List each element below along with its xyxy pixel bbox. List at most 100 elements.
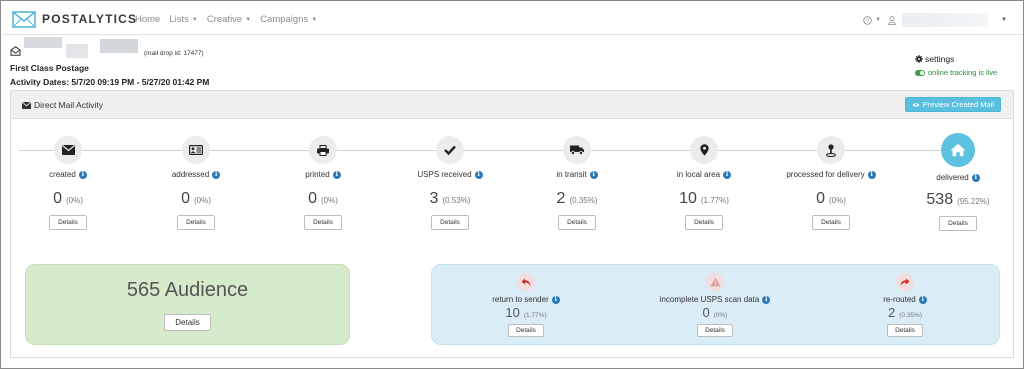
stage-percent: (95.22%) bbox=[957, 197, 990, 206]
info-icon[interactable]: i bbox=[762, 295, 771, 304]
exceptions-summary: return to sender i 10 (1.77%) Details inco… bbox=[431, 264, 1000, 345]
exception-label: return to sender i bbox=[446, 295, 606, 304]
brand-name: POSTALYTICS bbox=[42, 12, 138, 26]
direct-mail-activity-panel: Direct Mail Activity Preview Created Mai… bbox=[10, 90, 1014, 358]
stage-label: processed for delivery i bbox=[767, 170, 895, 179]
stage-count: 0 (0%) bbox=[132, 190, 260, 208]
stage-in-transit: in transit i 2 (0.35%) Details bbox=[513, 136, 641, 230]
truck-icon bbox=[563, 136, 591, 164]
stage-count-value: 10 bbox=[679, 190, 697, 207]
caret-down-icon: ▼ bbox=[245, 17, 252, 23]
stage-in-local-area: in local area i 10 (1.77%) Details bbox=[640, 136, 768, 230]
stage-label: in transit i bbox=[513, 170, 641, 179]
stage-percent: (0%) bbox=[194, 196, 211, 205]
brand-logo[interactable]: POSTALYTICS bbox=[12, 9, 137, 29]
details-button[interactable]: Details bbox=[49, 215, 87, 230]
info-icon[interactable]: i bbox=[474, 170, 483, 179]
preview-created-mail-button[interactable]: Preview Created Mail bbox=[904, 97, 1001, 112]
exception-count-value: 0 bbox=[702, 305, 710, 320]
exception-count: 2 (0.35%) bbox=[825, 306, 985, 322]
stage-count: 0 (0%) bbox=[4, 190, 132, 208]
stage-usps-received: USPS received i 3 (0.53%) Details bbox=[386, 136, 514, 230]
audience-summary: 565 Audience Details bbox=[25, 264, 350, 345]
info-icon[interactable]: i bbox=[551, 295, 560, 304]
info-icon[interactable]: i bbox=[332, 170, 341, 179]
details-button[interactable]: Details bbox=[431, 215, 469, 230]
help-menu[interactable]: ? ▼ bbox=[863, 15, 881, 25]
stage-processed-for-delivery: processed for delivery i 0 (0%) Details bbox=[767, 136, 895, 230]
stage-label: in local area i bbox=[640, 170, 768, 179]
caret-down-icon: ▼ bbox=[311, 17, 318, 23]
user-menu[interactable]: ▼ bbox=[888, 13, 1007, 27]
stage-count-value: 2 bbox=[556, 190, 566, 207]
nav-campaigns[interactable]: Campaigns ▼ bbox=[260, 14, 317, 25]
audience-details-button[interactable]: Details bbox=[164, 314, 211, 331]
top-navbar: POSTALYTICS Home Lists ▼ Creative ▼ Campai… bbox=[2, 2, 1023, 35]
stage-printed: printed i 0 (0%) Details bbox=[259, 136, 387, 230]
info-icon[interactable]: i bbox=[971, 173, 980, 182]
stage-percent: (0.35%) bbox=[569, 196, 598, 205]
stage-created: created i 0 (0%) Details bbox=[4, 136, 132, 230]
caret-down-icon: ▼ bbox=[191, 17, 198, 23]
details-button[interactable]: Details bbox=[887, 324, 923, 337]
redacted-name bbox=[100, 39, 138, 53]
info-icon[interactable]: i bbox=[867, 170, 876, 179]
mail-drop-id: (mail drop id: 17477) bbox=[144, 50, 204, 57]
envelope-logo-icon bbox=[12, 10, 36, 28]
stage-label: delivered i bbox=[894, 173, 1022, 182]
stage-label-text: in transit bbox=[556, 170, 587, 179]
gear-icon bbox=[915, 55, 923, 63]
postage-type: First Class Postage bbox=[10, 63, 89, 73]
stage-label: addressed i bbox=[132, 170, 260, 179]
stage-label-text: printed bbox=[305, 170, 330, 179]
details-button[interactable]: Details bbox=[508, 324, 544, 337]
info-icon[interactable]: i bbox=[918, 295, 927, 304]
details-button[interactable]: Details bbox=[939, 216, 977, 231]
details-button[interactable]: Details bbox=[558, 215, 596, 230]
panel-header: Direct Mail Activity Preview Created Mai… bbox=[11, 91, 1013, 119]
exception-label: re-routed i bbox=[825, 295, 985, 304]
exception-percent: (0.35%) bbox=[899, 312, 922, 319]
settings-label: settings bbox=[925, 54, 955, 64]
info-icon[interactable]: i bbox=[78, 170, 87, 179]
details-button[interactable]: Details bbox=[812, 215, 850, 230]
stage-label: USPS received i bbox=[386, 170, 514, 179]
nav-lists[interactable]: Lists ▼ bbox=[169, 14, 198, 25]
main-nav: Home Lists ▼ Creative ▼ Campaigns ▼ bbox=[135, 14, 326, 25]
stage-count: 0 (0%) bbox=[259, 190, 387, 208]
nav-creative-label: Creative bbox=[206, 14, 243, 25]
eye-icon bbox=[912, 102, 920, 107]
settings-link[interactable]: settings bbox=[915, 54, 997, 64]
details-button[interactable]: Details bbox=[177, 215, 215, 230]
stage-label-text: created bbox=[49, 170, 76, 179]
map-pin-icon bbox=[690, 136, 718, 164]
stage-delivered: delivered i 538 (95.22%) Details bbox=[894, 133, 1022, 231]
nav-right: ? ▼ ▼ bbox=[863, 13, 1007, 27]
info-icon[interactable]: i bbox=[589, 170, 598, 179]
stage-count: 3 (0.53%) bbox=[386, 190, 514, 208]
exception-percent: (1.77%) bbox=[523, 312, 547, 319]
stage-label: created i bbox=[4, 170, 132, 179]
nav-creative[interactable]: Creative ▼ bbox=[207, 14, 251, 25]
exception-label-text: incomplete USPS scan data bbox=[659, 295, 760, 304]
app-frame: POSTALYTICS Home Lists ▼ Creative ▼ Campai… bbox=[0, 0, 1024, 369]
details-button[interactable]: Details bbox=[685, 215, 723, 230]
stage-count: 2 (0.35%) bbox=[513, 190, 641, 208]
details-button[interactable]: Details bbox=[304, 215, 342, 230]
mail-drop-header: (mail drop id: 17477) First Class Postag… bbox=[10, 37, 350, 89]
printer-icon bbox=[309, 136, 337, 164]
tracking-status[interactable]: online tracking is live bbox=[915, 68, 997, 77]
panel-title-label: Direct Mail Activity bbox=[34, 100, 103, 110]
info-icon[interactable]: i bbox=[212, 170, 221, 179]
info-icon[interactable]: i bbox=[723, 170, 732, 179]
stage-percent: (1.77%) bbox=[700, 196, 729, 205]
stage-count: 538 (95.22%) bbox=[894, 191, 1022, 209]
stage-count: 10 (1.77%) bbox=[640, 190, 768, 208]
address-card-icon bbox=[182, 136, 210, 164]
exception-label-text: return to sender bbox=[492, 295, 549, 304]
stage-count-value: 0 bbox=[308, 190, 317, 207]
details-button[interactable]: Details bbox=[697, 324, 733, 337]
nav-home[interactable]: Home bbox=[135, 14, 160, 25]
stage-percent: (0.53%) bbox=[442, 196, 471, 205]
home-icon bbox=[941, 133, 975, 167]
